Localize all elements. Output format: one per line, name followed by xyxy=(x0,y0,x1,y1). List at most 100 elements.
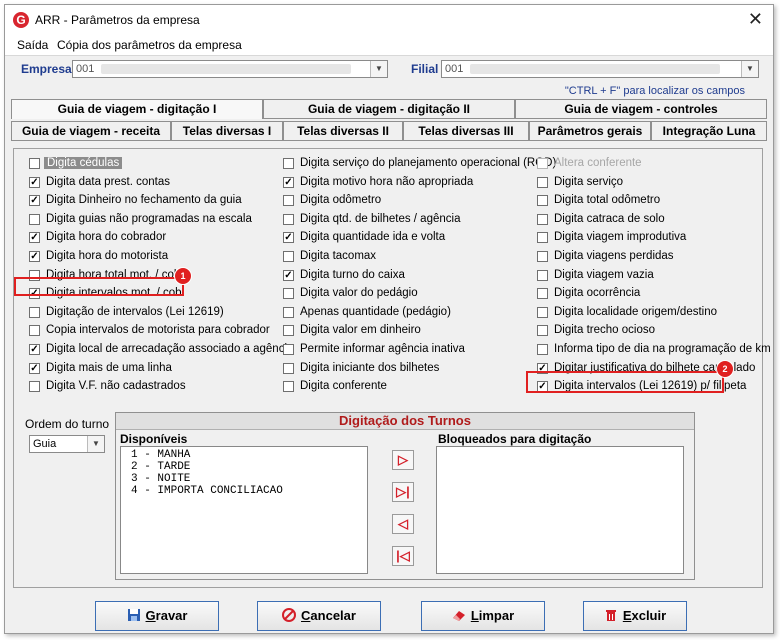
checkbox-box[interactable] xyxy=(29,325,40,337)
chevron-down-icon[interactable]: ▼ xyxy=(87,436,104,452)
checkbox-label: Digita cédulas xyxy=(44,157,123,169)
empresa-value: 001 xyxy=(76,63,95,75)
tab-parametros-gerais[interactable]: Parâmetros gerais xyxy=(529,121,651,141)
checkbox-label: Digita total odômetro xyxy=(554,194,661,207)
checkbox-box[interactable]: ✓ xyxy=(29,362,40,374)
tab-digitacao-1[interactable]: Guia de viagem - digitação I xyxy=(11,99,263,119)
checkbox-label: Digita V.F. não cadastrados xyxy=(46,380,186,393)
delete-button[interactable]: Excluir xyxy=(583,601,687,631)
checkbox-label: Digitação de intervalos (Lei 12619) xyxy=(46,305,224,318)
checkbox-box[interactable] xyxy=(283,325,294,337)
eraser-icon xyxy=(452,611,465,621)
close-icon[interactable]: ✕ xyxy=(748,10,763,28)
checkbox-label: Digita turno do caixa xyxy=(300,268,405,281)
checkbox-box[interactable]: ✓ xyxy=(29,176,40,188)
dialog-window: G ARR - Parâmetros da empresa ✕ Saída Có… xyxy=(4,4,774,634)
checkbox-box[interactable] xyxy=(537,288,548,300)
list-item[interactable]: 2 - TARDE xyxy=(131,461,190,473)
checkbox-label: Digita hora do motorista xyxy=(46,250,169,262)
filial-combo[interactable]: 001 ▼ xyxy=(441,60,759,78)
tab-receita[interactable]: Guia de viagem - receita xyxy=(11,121,171,141)
menu-bar: Saída Cópia dos parâmetros da empresa xyxy=(5,35,773,56)
move-left-button[interactable]: ◁ xyxy=(392,514,414,534)
checkbox-box[interactable] xyxy=(283,195,294,207)
checkbox-label: Digita guias não programadas na escala xyxy=(46,212,252,225)
checkbox-label: Digita hora do cobrador xyxy=(46,231,167,244)
ordem-turno-select[interactable]: Guia ▼ xyxy=(29,435,105,453)
tab-telas-1[interactable]: Telas diversas I xyxy=(171,121,283,141)
tab-integracao-luna[interactable]: Integração Luna xyxy=(651,121,767,141)
trash-icon xyxy=(605,610,616,621)
checkbox-box[interactable] xyxy=(283,251,294,262)
checkbox-box[interactable] xyxy=(29,158,40,169)
menu-copia-parametros[interactable]: Cópia dos parâmetros da empresa xyxy=(57,38,242,52)
filial-value: 001 xyxy=(445,63,464,75)
move-all-left-button[interactable]: |◁ xyxy=(392,546,414,566)
checkbox-label: Digita tacomax xyxy=(300,250,377,262)
tab-row-2: Guia de viagem - receita Telas diversas … xyxy=(11,121,767,141)
checkbox-box[interactable]: ✓ xyxy=(283,269,294,281)
checkbox-box[interactable] xyxy=(283,213,294,225)
checkbox-box[interactable] xyxy=(537,195,548,207)
checkbox-box[interactable] xyxy=(537,176,548,188)
checkbox-box[interactable] xyxy=(537,213,548,225)
checkbox-box[interactable] xyxy=(283,306,294,318)
ordem-turno-value: Guia xyxy=(33,438,57,450)
checkbox-box[interactable]: ✓ xyxy=(29,251,40,262)
checkbox-label: Digita quantidade ida e volta xyxy=(300,231,446,244)
checkbox-box[interactable] xyxy=(537,306,548,318)
checkbox-label: Digita data prest. contas xyxy=(46,175,171,188)
checkbox-box[interactable]: ✓ xyxy=(29,344,40,355)
checkbox-label: Digita qtd. de bilhetes / agência xyxy=(300,212,461,225)
tab-controles[interactable]: Guia de viagem - controles xyxy=(515,99,767,119)
checkbox-box[interactable]: ✓ xyxy=(283,176,294,188)
checkbox-box[interactable] xyxy=(283,288,294,300)
list-item[interactable]: 3 - NOITE xyxy=(131,473,190,485)
badge-1: 1 xyxy=(174,267,192,285)
checkbox-box[interactable] xyxy=(283,158,294,169)
checkbox-box[interactable] xyxy=(283,362,294,374)
tab-telas-3[interactable]: Telas diversas III xyxy=(403,121,529,141)
list-item[interactable]: 1 - MANHA xyxy=(131,449,190,461)
checkbox-label: Digita localidade origem/destino xyxy=(554,305,718,318)
floppy-disk-icon xyxy=(127,609,140,621)
bloqueados-label: Bloqueados para digitação xyxy=(438,432,592,446)
checkbox-box[interactable] xyxy=(537,251,548,262)
checkbox-box[interactable]: ✓ xyxy=(29,232,40,244)
checkbox-box[interactable]: ✓ xyxy=(283,232,294,244)
menu-saida[interactable]: Saída xyxy=(17,38,48,52)
checkbox-box[interactable] xyxy=(537,158,548,169)
checkbox-label: Digita valor do pedágio xyxy=(300,287,418,300)
checkbox-box[interactable] xyxy=(537,325,548,337)
tab-telas-2[interactable]: Telas diversas II xyxy=(283,121,403,141)
move-all-right-button[interactable]: ▷| xyxy=(392,482,414,502)
disponiveis-list[interactable]: 1 - MANHA 2 - TARDE 3 - NOITE 4 - IMPORT… xyxy=(120,446,368,574)
checkbox-box[interactable] xyxy=(537,232,548,244)
checkbox-box[interactable] xyxy=(537,269,548,281)
checkbox-label: Digita viagens perdidas xyxy=(554,250,674,262)
title-bar: G ARR - Parâmetros da empresa ✕ xyxy=(5,5,773,35)
checkbox-label: Digita iniciante dos bilhetes xyxy=(300,361,440,374)
chevron-down-icon[interactable]: ▼ xyxy=(741,61,758,77)
tab-digitacao-2[interactable]: Guia de viagem - digitação II xyxy=(263,99,515,119)
checkbox-box[interactable] xyxy=(29,381,40,393)
checkbox-box[interactable] xyxy=(29,306,40,318)
checkbox-label: Digita odômetro xyxy=(300,194,382,207)
checkbox-label: Digita viagem improdutiva xyxy=(554,231,687,244)
checkbox-box[interactable] xyxy=(537,344,548,355)
turnos-title: Digitação dos Turnos xyxy=(116,413,694,430)
cancel-button[interactable]: Cancelar xyxy=(257,601,381,631)
move-right-button[interactable]: ▷ xyxy=(392,450,414,470)
clear-button[interactable]: Limpar xyxy=(421,601,545,631)
list-item[interactable]: 4 - IMPORTA CONCILIACAO xyxy=(131,485,283,497)
empresa-combo[interactable]: 001 ▼ xyxy=(72,60,388,78)
checkbox-box[interactable] xyxy=(29,213,40,225)
checkbox-label: Digita Dinheiro no fechamento da guia xyxy=(46,194,242,207)
search-hint: "CTRL + F" para localizar os campos xyxy=(564,85,745,97)
save-button[interactable]: Gravar xyxy=(95,601,219,631)
checkbox-box[interactable]: ✓ xyxy=(29,195,40,207)
checkbox-box[interactable] xyxy=(283,344,294,355)
checkbox-box[interactable] xyxy=(283,381,294,393)
chevron-down-icon[interactable]: ▼ xyxy=(370,61,387,77)
bloqueados-list[interactable] xyxy=(436,446,684,574)
